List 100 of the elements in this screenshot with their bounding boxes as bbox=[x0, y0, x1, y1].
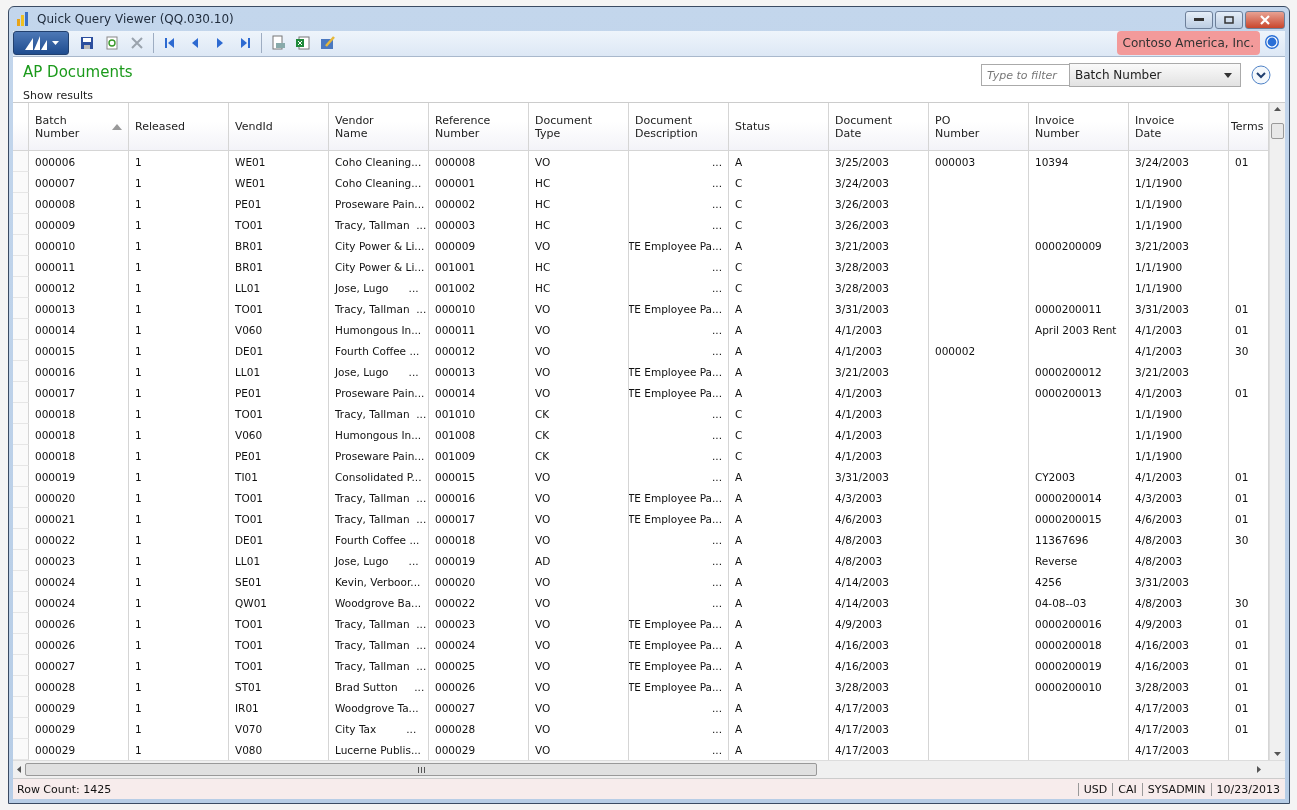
column-header[interactable]: Document Date bbox=[829, 103, 929, 151]
column-header[interactable]: PO Number bbox=[929, 103, 1029, 151]
row-header[interactable] bbox=[13, 235, 29, 256]
row-header[interactable] bbox=[13, 340, 29, 361]
row-header[interactable] bbox=[13, 298, 29, 319]
scroll-thumb[interactable] bbox=[1271, 123, 1284, 139]
table-cell: VO bbox=[529, 613, 629, 634]
column-header[interactable]: Invoice Number bbox=[1029, 103, 1129, 151]
table-cell: 1/1/1900 bbox=[1129, 277, 1229, 298]
table-cell: VO bbox=[529, 529, 629, 550]
table-cell: 0000200014 bbox=[1029, 487, 1129, 508]
minimize-button[interactable] bbox=[1185, 11, 1213, 29]
scroll-up-icon[interactable] bbox=[1274, 107, 1281, 111]
column-header[interactable]: Invoice Date bbox=[1129, 103, 1229, 151]
column-header[interactable]: Reference Number bbox=[429, 103, 529, 151]
row-header[interactable] bbox=[13, 151, 29, 172]
table-cell: C bbox=[729, 424, 829, 445]
table-cell: 3/31/2003 bbox=[1129, 571, 1229, 592]
table-cell: 3/31/2003 bbox=[829, 466, 929, 487]
row-header[interactable] bbox=[13, 676, 29, 697]
row-header[interactable] bbox=[13, 718, 29, 739]
row-header[interactable] bbox=[13, 214, 29, 235]
row-header[interactable] bbox=[13, 256, 29, 277]
table-cell: 000026 bbox=[29, 634, 129, 655]
row-header[interactable] bbox=[13, 613, 29, 634]
table-cell: 1 bbox=[129, 424, 229, 445]
row-header[interactable] bbox=[13, 193, 29, 214]
row-header[interactable] bbox=[13, 466, 29, 487]
row-header[interactable] bbox=[13, 655, 29, 676]
table-cell: 4/17/2003 bbox=[829, 697, 929, 718]
table-cell: 1 bbox=[129, 592, 229, 613]
column-header[interactable]: Status bbox=[729, 103, 829, 151]
row-header[interactable] bbox=[13, 739, 29, 760]
column-header[interactable]: Batch Number bbox=[29, 103, 129, 151]
column-header[interactable]: Released bbox=[129, 103, 229, 151]
table-cell: LL01 bbox=[229, 277, 329, 298]
table-cell: 000017 bbox=[429, 508, 529, 529]
table-cell: 000002 bbox=[429, 193, 529, 214]
row-header[interactable] bbox=[13, 571, 29, 592]
scroll-left-icon[interactable] bbox=[17, 766, 21, 773]
row-header[interactable] bbox=[13, 697, 29, 718]
table-cell: 1/1/1900 bbox=[1129, 445, 1229, 466]
vertical-scrollbar[interactable] bbox=[1269, 103, 1285, 760]
column-header[interactable]: Vendor Name bbox=[329, 103, 429, 151]
row-header[interactable] bbox=[13, 172, 29, 193]
table-cell: 000003 bbox=[929, 151, 1029, 172]
filter-field[interactable]: Type to filter bbox=[981, 64, 1069, 86]
table-cell: 000027 bbox=[429, 697, 529, 718]
app-menu-button[interactable] bbox=[13, 31, 69, 56]
column-header[interactable]: Terms bbox=[1229, 103, 1269, 151]
table-cell: 000026 bbox=[29, 613, 129, 634]
maximize-button[interactable] bbox=[1215, 11, 1243, 29]
row-header[interactable] bbox=[13, 403, 29, 424]
column-header-label: Document Date bbox=[835, 113, 893, 140]
row-header[interactable] bbox=[13, 277, 29, 298]
table-cell: V060 bbox=[229, 319, 329, 340]
table-cell: 4/1/2003 bbox=[829, 403, 929, 424]
row-header[interactable] bbox=[13, 445, 29, 466]
table-cell: 1 bbox=[129, 361, 229, 382]
row-header[interactable] bbox=[13, 550, 29, 571]
table-cell: A bbox=[729, 382, 829, 403]
table-cell: ST01 bbox=[229, 676, 329, 697]
filter-column-dropdown[interactable]: Batch Number bbox=[1069, 63, 1241, 87]
table-cell: VO bbox=[529, 718, 629, 739]
table-cell: ... bbox=[629, 550, 729, 571]
table-cell: 000010 bbox=[29, 235, 129, 256]
table-cell: A bbox=[729, 676, 829, 697]
row-header[interactable] bbox=[13, 592, 29, 613]
column-header[interactable]: Document Description bbox=[629, 103, 729, 151]
expand-button[interactable] bbox=[1251, 65, 1271, 85]
table-cell: Woodgrove Ta... bbox=[329, 697, 429, 718]
horizontal-scrollbar[interactable] bbox=[13, 760, 1285, 778]
row-header[interactable] bbox=[13, 634, 29, 655]
row-header[interactable] bbox=[13, 319, 29, 340]
company-badge[interactable]: Contoso America, Inc. bbox=[1116, 31, 1260, 56]
table-cell: CK bbox=[529, 403, 629, 424]
table-cell: City Tax ... bbox=[329, 718, 429, 739]
column-header[interactable]: VendId bbox=[229, 103, 329, 151]
table-cell: 000014 bbox=[29, 319, 129, 340]
row-header[interactable] bbox=[13, 508, 29, 529]
table-cell: HC bbox=[529, 172, 629, 193]
close-button[interactable] bbox=[1245, 11, 1285, 29]
column-header[interactable]: Document Type bbox=[529, 103, 629, 151]
row-header[interactable] bbox=[13, 382, 29, 403]
scroll-thumb[interactable] bbox=[25, 763, 817, 776]
table-cell: 4/1/2003 bbox=[829, 340, 929, 361]
table-cell: 000008 bbox=[429, 151, 529, 172]
table-cell: BR01 bbox=[229, 235, 329, 256]
table-cell: A bbox=[729, 550, 829, 571]
row-header[interactable] bbox=[13, 487, 29, 508]
row-header[interactable] bbox=[13, 424, 29, 445]
table-cell: TO01 bbox=[229, 613, 329, 634]
table-cell: CK bbox=[529, 445, 629, 466]
scroll-right-icon[interactable] bbox=[1257, 766, 1261, 773]
table-cell: TO01 bbox=[229, 487, 329, 508]
scroll-down-icon[interactable] bbox=[1274, 752, 1281, 756]
table-cell: A bbox=[729, 151, 829, 172]
table-cell: 1 bbox=[129, 529, 229, 550]
row-header[interactable] bbox=[13, 361, 29, 382]
row-header[interactable] bbox=[13, 529, 29, 550]
